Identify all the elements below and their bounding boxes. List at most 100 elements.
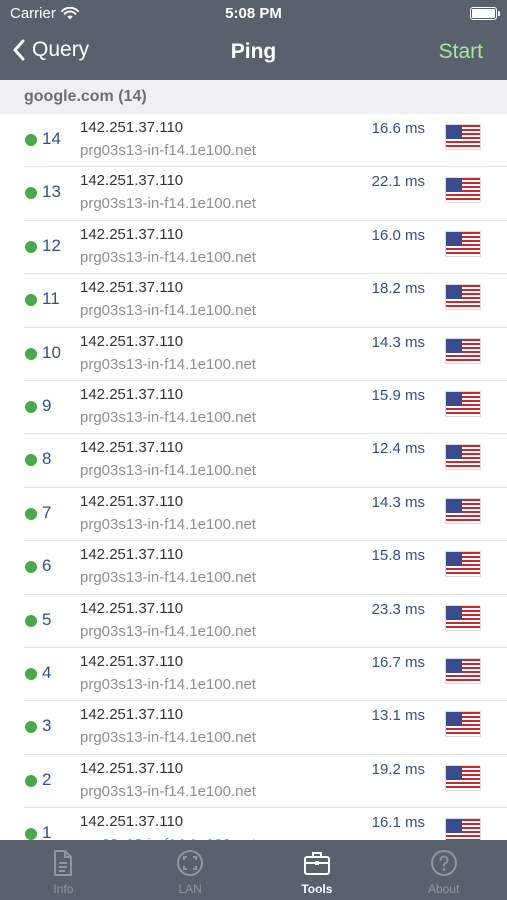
ping-result-row[interactable]: 10 142.251.37.110 prg03s13-in-f14.1e100.… [0, 328, 507, 382]
hostname: prg03s13-in-f14.1e100.net [80, 408, 256, 426]
response-time: 14.3 ms [371, 493, 425, 511]
us-flag-icon [445, 818, 481, 841]
ip-address: 142.251.37.110 [80, 546, 184, 564]
tab-lan-label: LAN [178, 882, 202, 896]
ip-address: 142.251.37.110 [80, 385, 184, 403]
ping-result-row[interactable]: 1 142.251.37.110 prg03s13-in-f14.1e100.n… [0, 808, 507, 841]
battery-icon [470, 7, 500, 20]
success-dot-icon [25, 614, 37, 627]
us-flag-icon [445, 124, 481, 150]
hostname: prg03s13-in-f14.1e100.net [80, 729, 256, 747]
hostname: prg03s13-in-f14.1e100.net [80, 569, 256, 587]
us-flag-icon [445, 444, 481, 471]
ip-address: 142.251.37.110 [80, 332, 184, 350]
ip-address: 142.251.37.110 [80, 172, 184, 190]
document-icon [54, 850, 73, 876]
success-dot-icon [25, 667, 37, 680]
sequence-number: 2 [42, 769, 52, 789]
sequence-number: 5 [42, 609, 52, 629]
response-time: 15.8 ms [371, 547, 425, 565]
sequence-number: 11 [42, 289, 60, 309]
navigation-bar: Query Ping Start [0, 28, 507, 80]
ping-result-row[interactable]: 7 142.251.37.110 prg03s13-in-f14.1e100.n… [0, 488, 507, 542]
hostname: prg03s13-in-f14.1e100.net [80, 302, 256, 320]
success-dot-icon [25, 774, 37, 787]
header: Carrier 5:08 PM Query Ping Start [0, 0, 507, 80]
tab-tools[interactable]: Tools [254, 840, 381, 900]
sequence-number: 8 [42, 449, 52, 469]
success-dot-icon [25, 721, 37, 734]
success-dot-icon [25, 828, 37, 841]
ping-result-row[interactable]: 4 142.251.37.110 prg03s13-in-f14.1e100.n… [0, 648, 507, 702]
ping-screen: Carrier 5:08 PM Query Ping Start google.… [0, 0, 507, 900]
ping-result-row[interactable]: 9 142.251.37.110 prg03s13-in-f14.1e100.n… [0, 381, 507, 435]
response-time: 19.2 ms [371, 760, 425, 778]
ping-result-row[interactable]: 8 142.251.37.110 prg03s13-in-f14.1e100.n… [0, 434, 507, 489]
us-flag-icon [445, 497, 481, 524]
success-dot-icon [25, 240, 37, 253]
hostname: prg03s13-in-f14.1e100.net [80, 782, 256, 800]
tab-info[interactable]: Info [0, 840, 127, 900]
ping-result-row[interactable]: 3 142.251.37.110 prg03s13-in-f14.1e100.n… [0, 701, 507, 756]
response-time: 16.0 ms [371, 226, 425, 244]
ip-address: 142.251.37.110 [80, 652, 184, 670]
hostname: prg03s13-in-f14.1e100.net [80, 142, 256, 159]
ping-result-row[interactable]: 13 142.251.37.110 prg03s13-in-f14.1e100.… [0, 167, 507, 222]
success-dot-icon [25, 400, 37, 413]
tab-lan[interactable]: LAN [127, 840, 254, 900]
ping-result-row[interactable]: 12 142.251.37.110 prg03s13-in-f14.1e100.… [0, 221, 507, 275]
success-dot-icon [25, 134, 37, 146]
hostname: prg03s13-in-f14.1e100.net [80, 248, 256, 266]
tab-bar: Info LAN Tools About [0, 840, 507, 900]
tab-info-label: Info [53, 882, 74, 896]
us-flag-icon [445, 284, 481, 311]
us-flag-icon [445, 657, 481, 684]
question-icon [430, 850, 457, 876]
ping-result-row[interactable]: 6 142.251.37.110 prg03s13-in-f14.1e100.n… [0, 541, 507, 595]
us-flag-icon [445, 390, 481, 417]
response-time: 16.6 ms [371, 120, 425, 137]
success-dot-icon [25, 187, 37, 200]
response-time: 23.3 ms [371, 600, 425, 618]
us-flag-icon [445, 604, 481, 631]
ip-address: 142.251.37.110 [80, 279, 184, 297]
sequence-number: 3 [42, 716, 52, 736]
response-time: 15.9 ms [371, 386, 425, 404]
ping-result-row[interactable]: 11 142.251.37.110 prg03s13-in-f14.1e100.… [0, 274, 507, 328]
response-time: 12.4 ms [371, 440, 425, 458]
us-flag-icon [445, 177, 481, 204]
ip-address: 142.251.37.110 [80, 706, 184, 724]
sequence-number: 4 [42, 662, 52, 682]
tab-tools-label: Tools [301, 882, 333, 896]
tab-about[interactable]: About [380, 840, 507, 900]
us-flag-icon [445, 711, 481, 738]
sequence-number: 13 [42, 182, 61, 202]
status-time: 5:08 PM [225, 5, 282, 22]
ip-address: 142.251.37.110 [80, 225, 184, 243]
ip-address: 142.251.37.110 [80, 439, 184, 457]
ping-result-row[interactable]: 2 142.251.37.110 prg03s13-in-f14.1e100.n… [0, 755, 507, 809]
sequence-number: 1 [42, 823, 52, 841]
toolbox-icon [303, 852, 330, 875]
response-time: 13.1 ms [371, 707, 425, 725]
success-dot-icon [25, 294, 37, 307]
success-dot-icon [25, 347, 37, 360]
hostname: prg03s13-in-f14.1e100.net [80, 622, 256, 640]
us-flag-icon [445, 764, 481, 791]
section-header: google.com (14) [0, 80, 507, 114]
ping-result-row[interactable]: 5 142.251.37.110 prg03s13-in-f14.1e100.n… [0, 595, 507, 649]
hostname: prg03s13-in-f14.1e100.net [80, 515, 256, 533]
ping-result-row[interactable]: 14 142.251.37.110 prg03s13-in-f14.1e100.… [0, 114, 507, 168]
ip-address: 142.251.37.110 [80, 119, 184, 136]
response-time: 14.3 ms [371, 333, 425, 351]
start-button[interactable]: Start [439, 40, 483, 64]
ip-address: 142.251.37.110 [80, 759, 184, 777]
sequence-number: 9 [42, 395, 52, 415]
ip-address: 142.251.37.110 [80, 492, 184, 510]
status-bar: Carrier 5:08 PM [0, 0, 507, 28]
lan-scan-icon [177, 850, 204, 876]
us-flag-icon [445, 551, 481, 578]
ping-results-list[interactable]: 1 4 142.251.37.110 prg03s13-in-f14.1e100.… [0, 114, 507, 841]
sequence-number: 7 [42, 502, 52, 522]
hostname: prg03s13-in-f14.1e100.net [80, 462, 256, 480]
